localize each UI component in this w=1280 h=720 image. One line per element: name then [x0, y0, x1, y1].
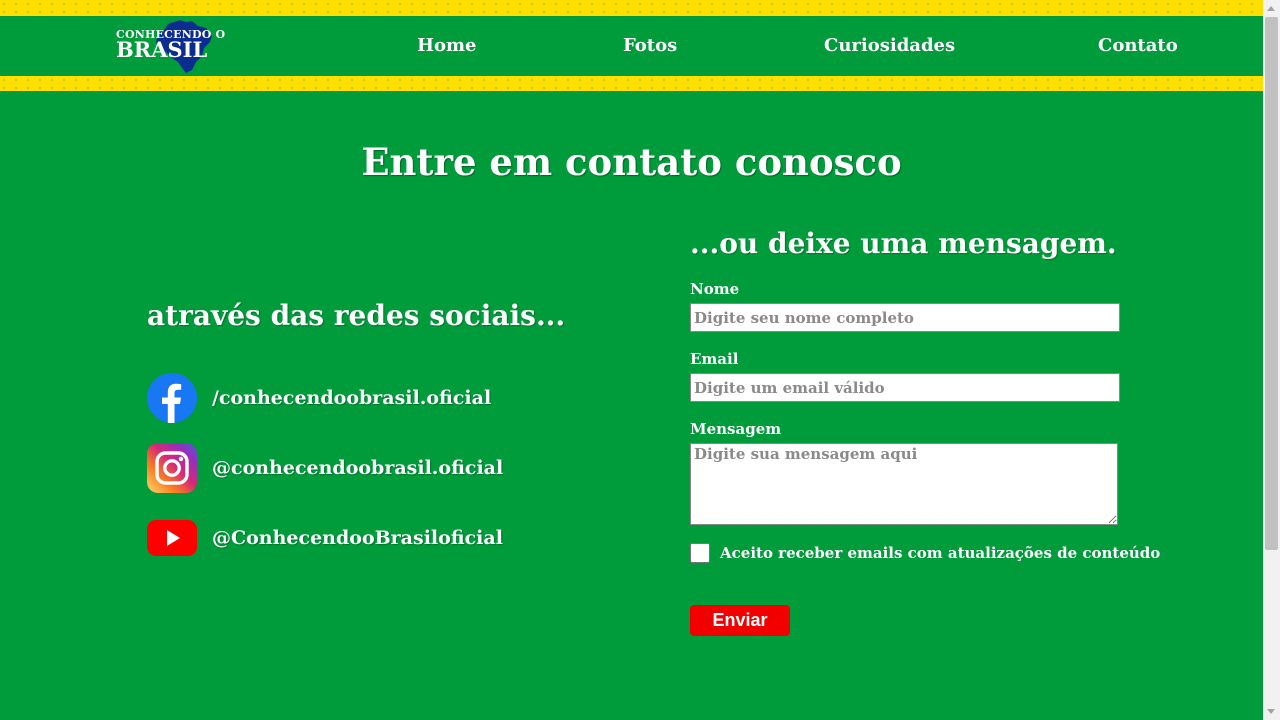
logo-text-main: BRASIL	[116, 37, 208, 62]
site-logo[interactable]: CONHECENDO O BRASIL	[116, 18, 225, 74]
email-label: Email	[690, 350, 739, 368]
youtube-handle[interactable]: @ConhecendooBrasiloficial	[212, 527, 503, 549]
facebook-handle[interactable]: /conhecendoobrasil.oficial	[212, 387, 491, 409]
youtube-icon[interactable]	[147, 513, 197, 563]
scroll-down-arrow-icon[interactable]	[1267, 709, 1275, 714]
social-heading: através das redes sociais...	[147, 299, 566, 332]
consent-checkbox[interactable]	[690, 543, 710, 563]
top-yellow-band	[0, 0, 1263, 16]
name-label: Nome	[690, 280, 740, 298]
submit-button[interactable]: Enviar	[690, 605, 790, 636]
facebook-icon[interactable]	[147, 373, 197, 423]
site-header: CONHECENDO O BRASIL Home Fotos Curiosida…	[0, 16, 1263, 76]
social-link-facebook[interactable]: /conhecendoobrasil.oficial	[147, 373, 491, 423]
scroll-up-arrow-icon[interactable]	[1267, 6, 1275, 11]
form-heading: ...ou deixe uma mensagem.	[690, 227, 1117, 260]
consent-row: Aceito receber emails com atualizações d…	[690, 543, 1160, 563]
page-title: Entre em contato conosco	[361, 140, 902, 184]
social-link-instagram[interactable]: @conhecendoobrasil.oficial	[147, 443, 503, 493]
nav-home[interactable]: Home	[417, 35, 477, 57]
nav-fotos[interactable]: Fotos	[623, 35, 677, 57]
instagram-icon[interactable]	[147, 443, 197, 493]
name-input[interactable]	[690, 303, 1120, 332]
message-label: Mensagem	[690, 420, 782, 438]
page-scrollbar[interactable]	[1263, 0, 1280, 720]
instagram-handle[interactable]: @conhecendoobrasil.oficial	[212, 457, 503, 479]
social-link-youtube[interactable]: @ConhecendooBrasiloficial	[147, 513, 503, 563]
email-input[interactable]	[690, 373, 1120, 402]
consent-label[interactable]: Aceito receber emails com atualizações d…	[720, 544, 1160, 562]
nav-contato[interactable]: Contato	[1098, 35, 1178, 57]
message-textarea[interactable]	[690, 443, 1118, 525]
bottom-yellow-band	[0, 76, 1263, 91]
nav-curiosidades[interactable]: Curiosidades	[824, 35, 955, 57]
scrollbar-thumb[interactable]	[1265, 17, 1278, 550]
